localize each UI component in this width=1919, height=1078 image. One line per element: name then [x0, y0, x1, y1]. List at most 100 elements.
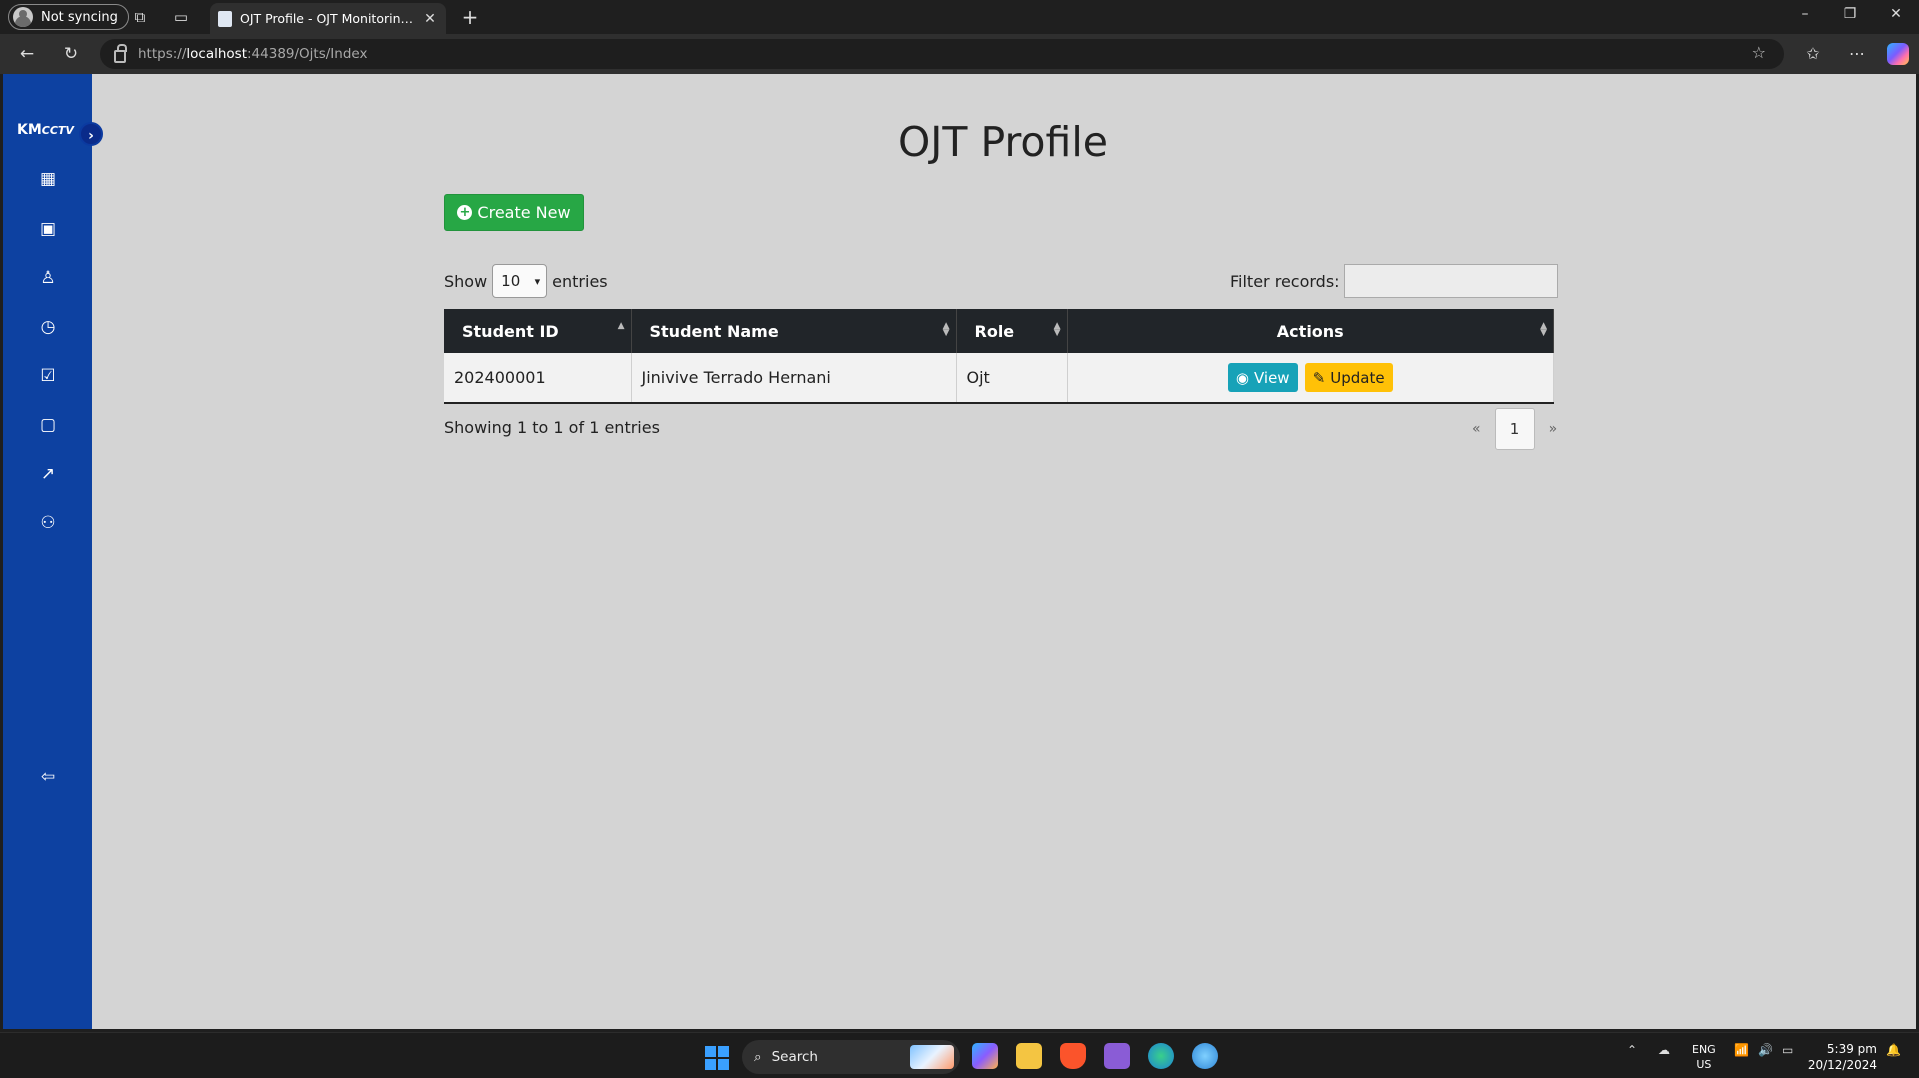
- update-label: Update: [1330, 368, 1385, 387]
- id-card-icon[interactable]: ▣: [37, 218, 59, 240]
- taskbar-search[interactable]: ⌕ Search: [742, 1040, 960, 1074]
- favorite-star-icon[interactable]: ☆: [1752, 43, 1766, 62]
- logout-icon[interactable]: ⇦: [37, 766, 59, 788]
- table-info: Showing 1 to 1 of 1 entries: [444, 418, 660, 437]
- column-student-name[interactable]: Student Name ▲ ▼: [631, 309, 957, 353]
- user-icon[interactable]: ♙: [37, 267, 59, 289]
- copilot-app-icon[interactable]: [972, 1043, 998, 1069]
- tab-active[interactable]: OJT Profile - OJT Monitoring System ✕: [210, 3, 446, 34]
- column-role[interactable]: Role ▲ ▼: [956, 309, 1068, 353]
- app-viewport: KMCCTV › ▦ ▣ ♙ ◷ ☑ ▢ ↗ ⚇ ⇦ OJT Profile +…: [3, 74, 1916, 1029]
- entries-label: entries: [552, 271, 608, 291]
- pagination: « 1 »: [1472, 408, 1557, 450]
- header-label: Student Name: [649, 321, 779, 341]
- view-label: View: [1253, 368, 1290, 387]
- filter-control: Filter records:: [1230, 264, 1558, 298]
- restore-icon[interactable]: ❐: [1838, 6, 1862, 22]
- plus-circle-icon: +: [457, 205, 473, 220]
- header-label: Role: [974, 321, 1015, 341]
- dashboard-icon[interactable]: ▦: [37, 168, 59, 190]
- lang-bottom: US: [1696, 1058, 1712, 1071]
- table-header-row: Student ID ▲ Student Name ▲ ▼ Role ▲ ▼ Action…: [444, 309, 1554, 353]
- calendar-check-icon[interactable]: ☑: [37, 365, 59, 387]
- new-tab-icon[interactable]: +: [460, 7, 480, 27]
- visual-studio-icon[interactable]: [1104, 1043, 1130, 1069]
- create-new-button[interactable]: + Create New: [444, 194, 584, 231]
- previous-page-button[interactable]: «: [1472, 421, 1481, 437]
- search-placeholder: Search: [771, 1049, 818, 1065]
- page-title: OJT Profile: [898, 118, 1108, 166]
- cell-student-id: 202400001: [444, 353, 632, 404]
- address-bar[interactable]: https://localhost:44389/Ojts/Index ☆: [100, 39, 1784, 69]
- show-label: Show: [444, 271, 488, 291]
- language-indicator[interactable]: ENG US: [1692, 1042, 1716, 1072]
- search-highlight-image: [910, 1045, 954, 1069]
- users-icon[interactable]: ⚇: [37, 512, 59, 534]
- wifi-icon[interactable]: 📶: [1734, 1043, 1749, 1057]
- logo-km: KM: [17, 122, 42, 138]
- tab-strip: Not syncing ⧉ ▭ OJT Profile - OJT Monito…: [0, 0, 1919, 34]
- sort-icon: ▲ ▼: [1053, 321, 1061, 338]
- entries-value: 10: [501, 272, 521, 290]
- table-row: 202400001 Jinivive Terrado Hernani Ojt ◉…: [444, 353, 1554, 404]
- header-label: Student ID: [462, 321, 559, 341]
- minimize-icon[interactable]: –: [1793, 6, 1817, 22]
- filter-label: Filter records:: [1230, 271, 1340, 291]
- chart-line-icon[interactable]: ↗: [37, 463, 59, 485]
- url-path: :44389/Ojts/Index: [247, 46, 368, 62]
- battery-icon[interactable]: ▭: [1782, 1043, 1793, 1057]
- chevron-up-icon[interactable]: ⌃: [1627, 1043, 1637, 1057]
- page-icon: [218, 10, 232, 27]
- lock-icon: [114, 43, 127, 63]
- copilot-icon[interactable]: [1887, 43, 1909, 65]
- eye-icon: ◉: [1235, 368, 1249, 387]
- edge-browser-icon[interactable]: [1148, 1043, 1174, 1069]
- logo-cctv: CCTV: [41, 124, 74, 137]
- cell-actions: ◉ View ✎ Update: [1067, 353, 1554, 404]
- page-1-button[interactable]: 1: [1494, 408, 1535, 450]
- next-page-button[interactable]: »: [1549, 421, 1558, 437]
- clock-icon[interactable]: ◷: [37, 316, 59, 338]
- more-icon[interactable]: ⋯: [1846, 44, 1868, 63]
- column-student-id[interactable]: Student ID ▲: [444, 309, 632, 353]
- edit-icon: ✎: [1312, 368, 1326, 387]
- header-label: Actions: [1276, 321, 1344, 341]
- cell-student-name: Jinivive Terrado Hernani: [631, 353, 957, 404]
- time: 5:39 pm: [1826, 1042, 1877, 1056]
- windows-start-icon[interactable]: [705, 1046, 729, 1070]
- entries-select[interactable]: 10 ▾: [492, 264, 548, 298]
- volume-icon[interactable]: 🔊: [1758, 1043, 1773, 1057]
- cell-role: Ojt: [956, 353, 1068, 404]
- main-content: OJT Profile + Create New Show 10 ▾ entri…: [92, 74, 1916, 1029]
- cloud-offline-icon[interactable]: ☁: [1658, 1043, 1670, 1057]
- close-window-icon[interactable]: ✕: [1884, 6, 1908, 22]
- column-actions[interactable]: Actions ▲ ▼: [1067, 309, 1554, 353]
- notification-bell-icon[interactable]: 🔔: [1886, 1043, 1901, 1057]
- brave-browser-icon[interactable]: [1060, 1043, 1086, 1069]
- create-new-label: Create New: [477, 203, 571, 222]
- back-icon[interactable]: ←: [16, 44, 38, 64]
- avatar: [13, 7, 33, 27]
- favorites-icon[interactable]: ✩: [1802, 44, 1824, 63]
- search-icon: ⌕: [754, 1049, 762, 1065]
- view-button[interactable]: ◉ View: [1227, 363, 1298, 392]
- profile-label: Not syncing: [41, 9, 118, 25]
- refresh-icon[interactable]: ↻: [60, 44, 82, 64]
- browser-chrome: Not syncing ⧉ ▭ OJT Profile - OJT Monito…: [0, 0, 1919, 74]
- clipboard-icon[interactable]: ▢: [37, 414, 59, 436]
- profile-button[interactable]: Not syncing: [8, 4, 129, 30]
- url-host: localhost: [186, 46, 247, 62]
- workspaces-icon[interactable]: ⧉: [130, 7, 150, 27]
- file-explorer-icon[interactable]: [1016, 1043, 1042, 1069]
- clock[interactable]: 5:39 pm 20/12/2024: [1808, 1041, 1877, 1073]
- taskbar: ⌕ Search ⌃ ☁ ENG US 📶 🔊 ▭ 5:39 pm 20/12/20…: [0, 1032, 1919, 1078]
- logo: KMCCTV: [17, 122, 74, 138]
- update-button[interactable]: ✎ Update: [1304, 363, 1393, 392]
- ojt-table: Student ID ▲ Student Name ▲ ▼ Role ▲ ▼ Action…: [444, 309, 1554, 404]
- tab-actions-icon[interactable]: ▭: [171, 7, 191, 27]
- close-tab-icon[interactable]: ✕: [422, 11, 438, 27]
- globe-app-icon[interactable]: [1192, 1043, 1218, 1069]
- entries-length-control: Show 10 ▾ entries: [444, 264, 608, 298]
- filter-input[interactable]: [1343, 264, 1558, 298]
- chevron-down-icon: ▾: [534, 274, 541, 288]
